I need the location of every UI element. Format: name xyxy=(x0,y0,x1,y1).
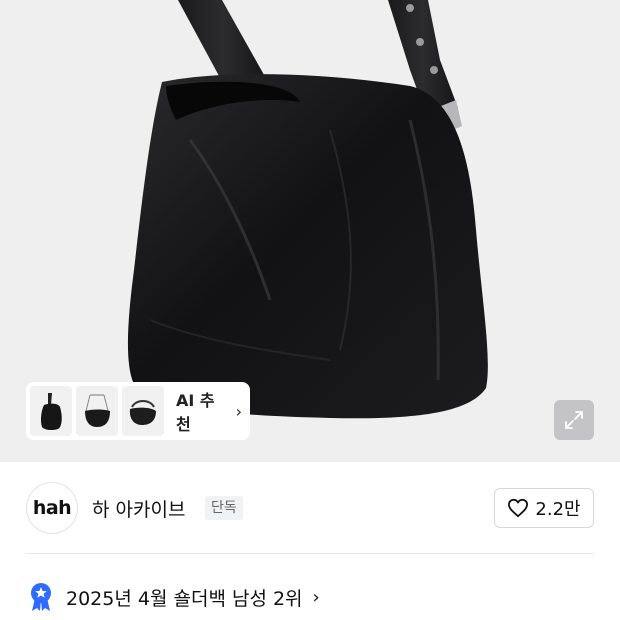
brand-row: hah 하 아카이브 단독 2.2만 xyxy=(0,476,620,540)
bag-thumbnail-1 xyxy=(30,386,72,436)
expand-arrows-icon xyxy=(565,411,583,429)
chevron-right-icon: › xyxy=(312,586,320,608)
chevron-right-icon: › xyxy=(235,401,242,421)
ai-recommend-card[interactable]: AI 추천 › xyxy=(26,382,250,440)
brand-name[interactable]: 하 아카이브 xyxy=(92,495,185,522)
ribbon-star-icon xyxy=(26,582,56,612)
brand-logo-avatar[interactable]: hah xyxy=(26,482,78,534)
bag-thumbnail-3-icon xyxy=(129,400,156,425)
like-button[interactable]: 2.2만 xyxy=(494,488,594,528)
bag-thumbnail-2 xyxy=(76,386,118,436)
heart-icon xyxy=(508,498,529,518)
ranking-link[interactable]: 2025년 4월 숄더백 남성 2위 › xyxy=(26,582,320,612)
ai-recommend-thumbnails xyxy=(30,386,164,436)
like-count: 2.2만 xyxy=(535,499,581,520)
ai-recommend-label: AI 추천 xyxy=(176,391,215,434)
bag-thumbnail-3 xyxy=(122,386,164,436)
section-divider xyxy=(26,553,594,554)
expand-image-button[interactable] xyxy=(554,400,594,440)
bag-thumbnail-2-icon xyxy=(85,394,110,427)
product-image[interactable]: AI 추천 › xyxy=(0,0,620,462)
exclusive-badge: 단독 xyxy=(205,496,243,520)
ranking-text: 2025년 4월 숄더백 남성 2위 xyxy=(66,587,303,610)
bag-thumbnail-1-icon xyxy=(40,393,62,431)
